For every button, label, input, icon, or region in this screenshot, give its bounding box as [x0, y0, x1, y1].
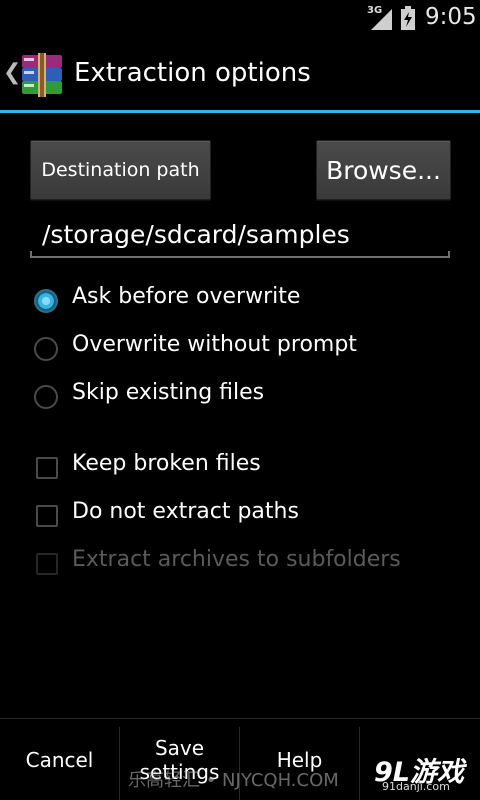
status-bar: 3G 9:05 — [0, 0, 480, 38]
radio-ask-before-overwrite[interactable]: Ask before overwrite — [34, 282, 454, 322]
checkbox-label: Keep broken files — [72, 451, 261, 476]
checkbox-extract-archives-to-subfolders: Extract archives to subfolders — [34, 545, 454, 585]
watermark-url: 91danji.com — [382, 780, 450, 793]
radio-button[interactable] — [34, 337, 58, 361]
battery-icon — [400, 6, 416, 30]
input-underline-tick — [30, 251, 32, 258]
checkbox[interactable] — [36, 505, 58, 527]
checkbox-label: Do not extract paths — [72, 499, 299, 524]
page-title: Extraction options — [74, 58, 311, 88]
winrar-books-icon[interactable] — [18, 52, 66, 98]
radio-button-checked[interactable] — [34, 289, 58, 313]
action-bar-divider — [0, 110, 480, 113]
radio-label: Skip existing files — [72, 380, 265, 405]
radio-label: Overwrite without prompt — [72, 332, 357, 357]
radio-overwrite-without-prompt[interactable]: Overwrite without prompt — [34, 330, 454, 370]
destination-path-input[interactable]: /storage/sdcard/samples — [30, 213, 450, 258]
radio-label: Ask before overwrite — [72, 284, 301, 309]
watermark-text: 乐高轻汇 • NJYCQH.COM — [128, 770, 339, 791]
browse-button[interactable]: Browse... — [316, 140, 451, 200]
radio-skip-existing-files[interactable]: Skip existing files — [34, 378, 454, 418]
cancel-button[interactable]: Cancel — [0, 719, 119, 800]
checkbox-disabled — [36, 553, 58, 575]
input-underline — [30, 256, 450, 258]
screen: 3G 9:05 ❮ Extraction options Destination… — [0, 0, 480, 800]
checkbox[interactable] — [36, 457, 58, 479]
radio-button[interactable] — [34, 385, 58, 409]
checkbox-label: Extract archives to subfolders — [72, 547, 401, 572]
destination-path-value: /storage/sdcard/samples — [42, 220, 350, 249]
checkbox-do-not-extract-paths[interactable]: Do not extract paths — [34, 497, 454, 537]
input-underline-tick — [448, 251, 450, 258]
signal-icon: 3G — [367, 5, 395, 31]
clock: 9:05 — [425, 4, 477, 30]
network-type: 3G — [367, 5, 383, 16]
destination-path-button[interactable]: Destination path — [30, 140, 211, 200]
button-divider — [359, 727, 360, 800]
checkbox-keep-broken-files[interactable]: Keep broken files — [34, 449, 454, 489]
